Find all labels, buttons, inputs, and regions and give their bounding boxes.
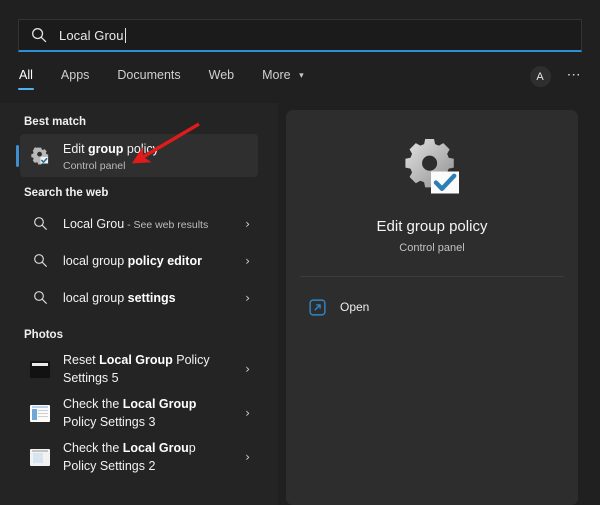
filter-tabs: All Apps Documents Web More ▾ A ⋯ (18, 66, 582, 96)
gear-check-icon (400, 138, 464, 200)
results-list: Best match Edit group policy Control pan… (0, 103, 278, 505)
photo-thumbnail-dark-icon (30, 359, 50, 379)
avatar[interactable]: A (530, 66, 551, 87)
chevron-right-icon: › (238, 217, 250, 231)
chevron-right-icon: › (238, 406, 250, 420)
tab-all-label: All (19, 68, 33, 82)
search-icon (30, 214, 50, 234)
preview-subtitle: Control panel (286, 242, 578, 254)
divider (300, 276, 564, 277)
result-row-text: Reset Local Group Policy Settings 5 (63, 351, 232, 387)
result-row-text: local group policy editor (63, 252, 232, 270)
result-row-photo-reset-settings-5[interactable]: Reset Local Group Policy Settings 5 › (20, 347, 258, 391)
result-row-subtitle: Control panel (63, 160, 250, 172)
tab-web[interactable]: Web (208, 66, 235, 82)
title-match: group (88, 142, 123, 156)
text-caret (125, 28, 126, 43)
photo-thumbnail-light2-icon (30, 447, 50, 467)
tab-apps-label: Apps (61, 68, 90, 82)
result-row-text: Check the Local Group Policy Settings 2 (63, 439, 232, 475)
result-row-web-local-grou[interactable]: Local Grou - See web results › (20, 205, 258, 242)
result-row-title: local group settings (63, 291, 176, 305)
chevron-right-icon: › (238, 362, 250, 376)
result-row-title: local group policy editor (63, 254, 202, 268)
tab-all[interactable]: All (18, 66, 34, 82)
result-row-text: Check the Local Group Policy Settings 3 (63, 395, 232, 431)
title-pre: Check the (63, 441, 123, 455)
result-row-title: Check the Local Group Policy Settings 2 (63, 441, 196, 473)
preview-panel: Edit group policy Control panel Open (286, 110, 578, 505)
result-row-web-policy-editor[interactable]: local group policy editor › (20, 242, 258, 279)
result-row-title: Check the Local Group Policy Settings 3 (63, 397, 196, 429)
title-match: Local Group (99, 353, 173, 367)
title-pre: Edit (63, 142, 88, 156)
title-pre: Local Grou (63, 217, 124, 231)
title-pre: Check the (63, 397, 123, 411)
result-row-title: Edit group policy (63, 142, 159, 156)
result-row-text: Local Grou - See web results (63, 215, 232, 233)
tab-documents[interactable]: Documents (116, 66, 181, 82)
result-row-title: Reset Local Group Policy Settings 5 (63, 353, 210, 385)
result-row-text: local group settings (63, 289, 232, 307)
photo-thumbnail-light-icon (30, 403, 50, 423)
chevron-right-icon: › (238, 291, 250, 305)
chevron-down-icon: ▾ (299, 70, 304, 81)
preview-title: Edit group policy (286, 218, 578, 235)
tabs-right-actions: A ⋯ (530, 66, 582, 87)
title-suffix: - See web results (124, 219, 208, 231)
open-button[interactable]: Open (300, 291, 564, 323)
gear-check-icon (30, 146, 50, 166)
title-match: settings (128, 291, 176, 305)
result-row-title: Local Grou - See web results (63, 217, 208, 231)
chevron-right-icon: › (238, 450, 250, 464)
title-match: Local Group (123, 397, 197, 411)
windows-search-window: Local Grou All Apps Documents Web More ▾… (0, 0, 600, 505)
title-pre: Reset (63, 353, 99, 367)
title-pre: local group (63, 254, 128, 268)
chevron-right-icon: › (238, 254, 250, 268)
result-row-photo-check-settings-3[interactable]: Check the Local Group Policy Settings 3 … (20, 391, 258, 435)
open-button-label: Open (340, 300, 369, 314)
search-box[interactable]: Local Grou (18, 19, 582, 52)
avatar-letter: A (536, 71, 543, 83)
search-icon (30, 251, 50, 271)
tab-web-label: Web (209, 68, 234, 82)
result-row-text: Edit group policy Control panel (63, 140, 250, 172)
result-row-edit-group-policy[interactable]: Edit group policy Control panel (20, 134, 258, 177)
more-options-icon[interactable]: ⋯ (567, 70, 582, 83)
title-post: Policy Settings 3 (63, 415, 155, 429)
search-input-value[interactable]: Local Grou (59, 29, 124, 42)
search-icon (30, 288, 50, 308)
group-heading-search-the-web: Search the web (0, 177, 278, 205)
title-match: policy editor (128, 254, 202, 268)
tab-more-label: More (262, 68, 290, 82)
group-heading-best-match: Best match (0, 103, 278, 134)
tab-apps[interactable]: Apps (60, 66, 91, 82)
tab-more[interactable]: More ▾ (261, 66, 305, 82)
title-match: Local Grou (123, 441, 189, 455)
open-external-icon (308, 298, 326, 316)
result-row-web-local-group-settings[interactable]: local group settings › (20, 279, 258, 316)
group-heading-photos: Photos (0, 316, 278, 347)
tab-documents-label: Documents (117, 68, 180, 82)
title-pre: local group (63, 291, 128, 305)
result-row-photo-check-settings-2[interactable]: Check the Local Group Policy Settings 2 … (20, 435, 258, 479)
title-post: policy (123, 142, 158, 156)
search-icon (31, 27, 47, 43)
